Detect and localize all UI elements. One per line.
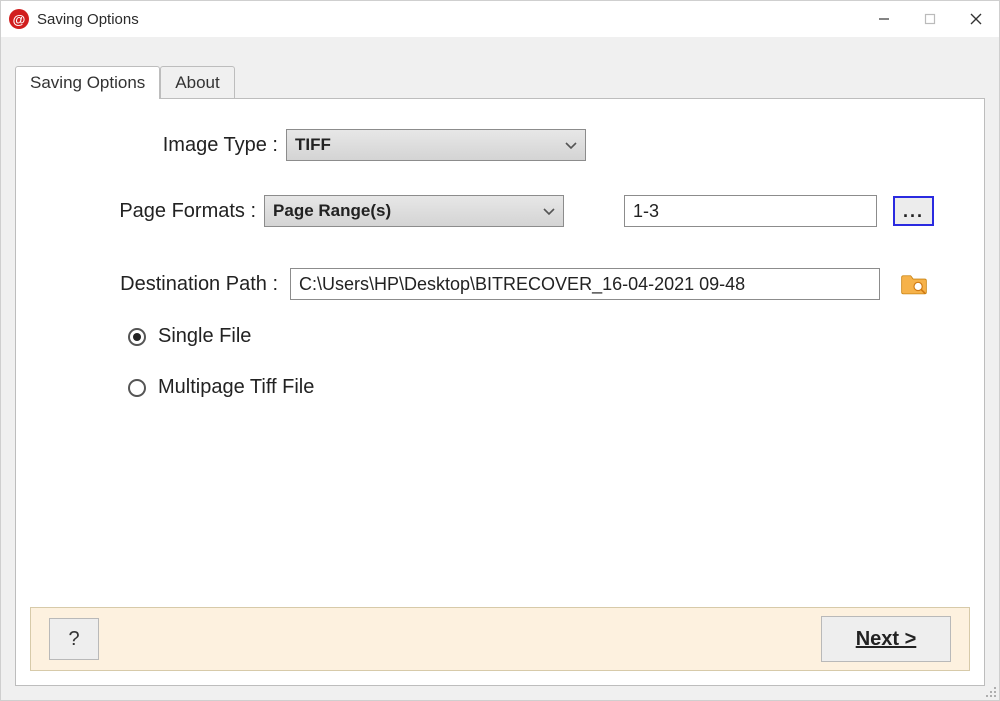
titlebar: @ Saving Options xyxy=(1,1,999,37)
label-page-formats: Page Formats : xyxy=(66,200,264,223)
app-icon: @ xyxy=(9,9,29,29)
close-icon xyxy=(970,13,982,25)
radio-single-file[interactable]: Single File xyxy=(128,325,934,348)
help-button[interactable]: ? xyxy=(49,618,99,660)
close-button[interactable] xyxy=(953,1,999,37)
label-image-type: Image Type : xyxy=(66,134,286,157)
folder-search-icon xyxy=(900,270,928,298)
resize-grip-icon[interactable] xyxy=(983,684,997,698)
combo-image-type[interactable]: TIFF xyxy=(286,129,586,161)
page-range-builder-button[interactable]: ... xyxy=(893,196,934,226)
input-destination-path[interactable] xyxy=(290,268,880,300)
label-destination: Destination Path : xyxy=(66,273,286,296)
combo-image-type-value: TIFF xyxy=(295,135,331,155)
browse-folder-button[interactable] xyxy=(894,267,934,301)
combo-page-formats[interactable]: Page Range(s) xyxy=(264,195,564,227)
client-area: Saving Options About Image Type : TIFF xyxy=(1,37,999,700)
radio-single-file-label: Single File xyxy=(158,325,251,348)
window-title: Saving Options xyxy=(37,11,139,28)
chevron-down-icon xyxy=(565,135,577,155)
tab-saving-options[interactable]: Saving Options xyxy=(15,66,160,99)
tab-strip: Saving Options About xyxy=(15,67,985,99)
next-button[interactable]: Next > xyxy=(821,616,951,662)
tab-container: Saving Options About Image Type : TIFF xyxy=(15,67,985,686)
row-destination: Destination Path : xyxy=(66,267,934,301)
form: Image Type : TIFF Page Formats : Page xyxy=(16,129,984,427)
minimize-icon xyxy=(878,13,890,25)
window-frame: @ Saving Options Saving Options About Im… xyxy=(0,0,1000,701)
input-page-range[interactable] xyxy=(624,195,877,227)
tab-panel-saving-options: Image Type : TIFF Page Formats : Page xyxy=(15,98,985,686)
combo-page-formats-value: Page Range(s) xyxy=(273,201,391,221)
tab-about[interactable]: About xyxy=(160,66,234,99)
maximize-button[interactable] xyxy=(907,1,953,37)
maximize-icon xyxy=(924,13,936,25)
radio-dot-icon xyxy=(128,328,146,346)
radio-multipage-tiff-label: Multipage Tiff File xyxy=(158,376,314,399)
row-image-type: Image Type : TIFF xyxy=(66,129,934,161)
footer-bar: ? Next > xyxy=(30,607,970,671)
row-page-formats: Page Formats : Page Range(s) ... xyxy=(66,195,934,227)
radio-group-output-mode: Single File Multipage Tiff File xyxy=(128,325,934,399)
chevron-down-icon xyxy=(543,201,555,221)
radio-multipage-tiff[interactable]: Multipage Tiff File xyxy=(128,376,934,399)
minimize-button[interactable] xyxy=(861,1,907,37)
radio-dot-icon xyxy=(128,379,146,397)
